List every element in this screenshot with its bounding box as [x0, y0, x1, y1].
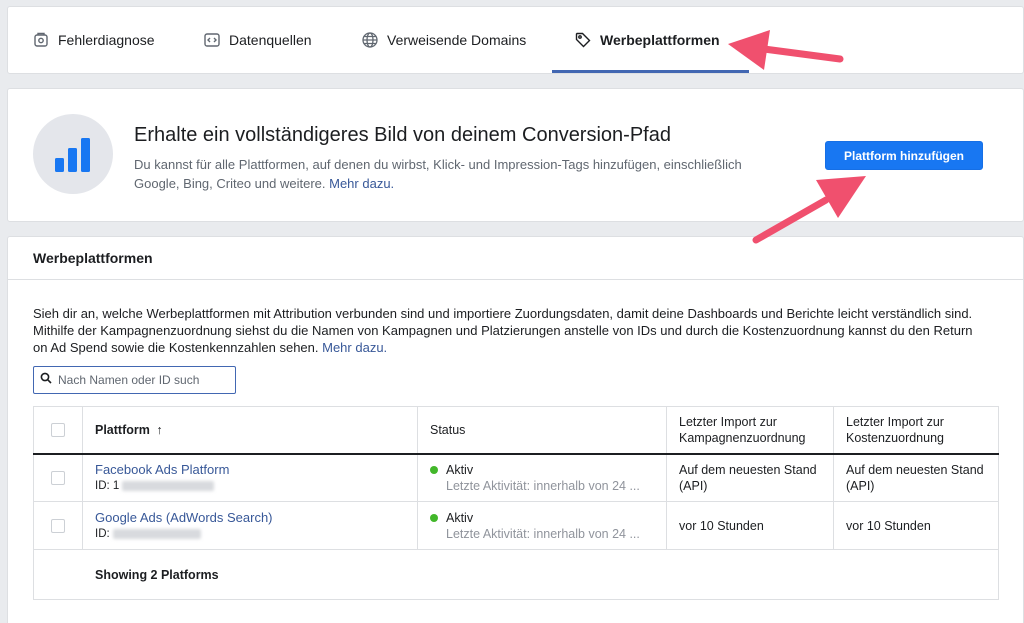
search-box[interactable] [33, 366, 236, 394]
platform-id-label: ID: [95, 527, 110, 540]
status-active-icon [430, 513, 438, 522]
status-last-activity: Letzte Aktivität: innerhalb von 24 ... [446, 526, 640, 541]
campaign-import-cell: vor 10 Stunden [666, 501, 834, 550]
cost-import-cell: vor 10 Stunden [833, 501, 999, 550]
status-cell: Aktiv Letzte Aktivität: innerhalb von 24… [417, 501, 667, 550]
promo-description: Du kannst für alle Plattformen, auf dene… [134, 157, 742, 191]
redacted-id [122, 480, 215, 491]
search-icon [40, 371, 52, 389]
row-checkbox[interactable] [51, 471, 65, 486]
platform-cell: Google Ads (AdWords Search) ID: [82, 501, 418, 550]
ad-platforms-card: Werbeplattformen Sieh dir an, welche Wer… [7, 236, 1024, 623]
globe-icon [361, 31, 379, 49]
tab-datenquellen[interactable]: Datenquellen [203, 7, 312, 73]
tab-label: Fehlerdiagnose [58, 32, 155, 48]
promo-card: Erhalte ein vollständigeres Bild von dei… [7, 88, 1024, 222]
select-all-checkbox[interactable] [51, 423, 65, 438]
column-header-platform[interactable]: Plattform ↑ [82, 406, 418, 455]
platform-id-label: ID: 1 [95, 479, 120, 492]
section-title: Werbeplattformen [8, 237, 1023, 280]
tab-label: Werbeplattformen [600, 32, 720, 48]
code-icon [203, 31, 221, 49]
row-select-cell [33, 453, 83, 502]
column-header-campaign-import: Letzter Import zur Kampagnenzuordnung [666, 406, 834, 455]
description-text: Sieh dir an, welche Werbeplattformen mit… [33, 306, 973, 355]
row-select-cell [33, 501, 83, 550]
tag-icon [574, 31, 592, 49]
column-label: Plattform [95, 422, 150, 437]
column-header-status: Status [417, 406, 667, 455]
tab-werbeplattformen[interactable]: Werbeplattformen [574, 7, 720, 73]
tab-fehlerdiagnose[interactable]: Fehlerdiagnose [32, 7, 155, 73]
select-all-cell [33, 406, 83, 455]
status-last-activity: Letzte Aktivität: innerhalb von 24 ... [446, 478, 640, 493]
sort-ascending-icon: ↑ [156, 422, 163, 437]
learn-more-link[interactable]: Mehr dazu. [329, 176, 394, 191]
tab-verweisende-domains[interactable]: Verweisende Domains [361, 7, 526, 73]
bar-chart-icon [33, 114, 113, 194]
status-active-icon [430, 465, 438, 474]
column-header-cost-import: Letzter Import zur Kostenzuordnung [833, 406, 999, 455]
add-platform-button[interactable]: Plattform hinzufügen [825, 141, 983, 170]
tab-label: Datenquellen [229, 32, 312, 48]
active-tab-indicator [552, 70, 749, 73]
row-checkbox[interactable] [51, 519, 65, 534]
status-cell: Aktiv Letzte Aktivität: innerhalb von 24… [417, 453, 667, 502]
status-label: Aktiv [446, 462, 474, 477]
promo-title: Erhalte ein vollständigeres Bild von dei… [134, 124, 671, 146]
platform-name-link[interactable]: Facebook Ads Platform [95, 462, 405, 478]
wrench-badge-icon [32, 31, 50, 49]
table-row: Facebook Ads Platform ID: 1 Aktiv Letzte… [33, 453, 999, 502]
table-row: Google Ads (AdWords Search) ID: Aktiv Le… [33, 501, 999, 550]
tab-label: Verweisende Domains [387, 32, 527, 48]
promo-text: Du kannst für alle Plattformen, auf dene… [134, 155, 754, 193]
platform-id: ID: 1 [95, 478, 405, 494]
tab-bar: Fehlerdiagnose Datenquellen Verweisende … [7, 6, 1024, 74]
platforms-table: Plattform ↑ Status Letzter Import zur Ka… [33, 406, 999, 600]
redacted-id [112, 528, 201, 539]
search-input[interactable] [58, 373, 228, 387]
learn-more-link[interactable]: Mehr dazu. [322, 340, 387, 355]
campaign-import-cell: Auf dem neuesten Stand (API) [666, 453, 834, 502]
section-description: Sieh dir an, welche Werbeplattformen mit… [33, 305, 973, 356]
table-footer-count: Showing 2 Platforms [33, 549, 999, 600]
platform-name-link[interactable]: Google Ads (AdWords Search) [95, 510, 405, 526]
cost-import-cell: Auf dem neuesten Stand (API) [833, 453, 999, 502]
platform-id: ID: [95, 526, 405, 542]
status-label: Aktiv [446, 510, 474, 525]
platform-cell: Facebook Ads Platform ID: 1 [82, 453, 418, 502]
